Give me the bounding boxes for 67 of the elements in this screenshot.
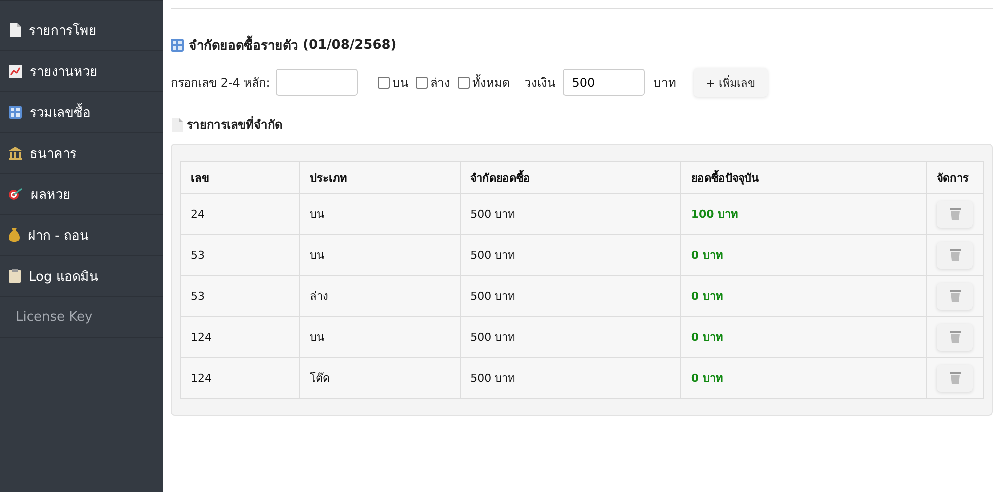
checkbox[interactable] bbox=[378, 76, 390, 88]
sidebar-item[interactable]: รายงานหวย bbox=[0, 51, 163, 92]
checkbox[interactable] bbox=[416, 76, 428, 88]
trash-icon bbox=[950, 372, 960, 384]
checkbox-label: ล่าง bbox=[430, 75, 450, 92]
sidebar-item[interactable]: รายการโพย bbox=[0, 10, 163, 51]
table-cell: 500 บาท bbox=[460, 234, 681, 276]
column-header: ประเภท bbox=[299, 162, 460, 194]
table-cell: บน bbox=[299, 194, 460, 234]
trash-icon bbox=[950, 249, 960, 261]
amount-label: วงเงิน bbox=[524, 75, 556, 92]
target-icon bbox=[9, 188, 23, 200]
table-cell: ล่าง bbox=[299, 276, 460, 316]
amount-field[interactable]: 500 bbox=[563, 69, 646, 96]
checkbox-label: ทั้งหมด bbox=[472, 73, 510, 92]
table-cell: 500 บาท bbox=[460, 194, 681, 234]
number-label: กรอกเลข 2-4 หลัก: bbox=[171, 75, 270, 92]
column-header: ยอดซื้อปัจจุบัน bbox=[680, 162, 926, 194]
bank-icon bbox=[9, 146, 22, 160]
delete-button[interactable] bbox=[937, 364, 973, 392]
table-cell: 500 บาท bbox=[460, 358, 681, 398]
sidebar-item[interactable]: Log แอดมิน bbox=[0, 256, 163, 297]
trash-icon bbox=[950, 331, 960, 343]
sidebar-item[interactable]: ฝาก - ถอน bbox=[0, 215, 163, 256]
chart-icon bbox=[9, 64, 22, 78]
table-cell: 0 บาท bbox=[680, 358, 926, 398]
table-cell: 0 บาท bbox=[680, 316, 926, 358]
trash-icon bbox=[950, 208, 960, 220]
table-cell: 500 บาท bbox=[460, 316, 681, 358]
money-bag-icon bbox=[9, 228, 20, 242]
add-number-button[interactable]: + เพิ่มเลข bbox=[694, 68, 768, 97]
column-header: จัดการ bbox=[926, 162, 984, 194]
table-cell: 24 bbox=[180, 194, 300, 234]
sidebar-item[interactable]: ธนาคาร bbox=[0, 133, 163, 174]
sidebar-item[interactable]: License Key bbox=[0, 297, 163, 338]
table-cell: 53 bbox=[180, 276, 300, 316]
keypad-icon bbox=[9, 106, 22, 118]
sidebar-item[interactable]: ผลหวย bbox=[0, 174, 163, 215]
clipboard-icon bbox=[9, 269, 21, 283]
date-text: (01/08/2568) bbox=[303, 38, 397, 53]
column-header: เลข bbox=[180, 162, 300, 194]
keypad-icon bbox=[171, 39, 184, 52]
delete-button[interactable] bbox=[937, 200, 973, 228]
table-cell: 0 บาท bbox=[680, 234, 926, 276]
unit-label: บาท bbox=[653, 75, 676, 92]
trash-icon bbox=[950, 290, 960, 302]
table-cell: 124 bbox=[180, 358, 300, 398]
delete-button[interactable] bbox=[937, 282, 973, 310]
table-cell: 53 bbox=[180, 234, 300, 276]
checkbox-label: บน bbox=[392, 75, 408, 92]
table-cell: 124 bbox=[180, 316, 300, 358]
page-title: จำกัดยอดซื้อรายตัว bbox=[189, 35, 298, 56]
sidebar-item[interactable]: รวมเลขซื้อ bbox=[0, 92, 163, 133]
table-cell: 0 บาท bbox=[680, 276, 926, 316]
delete-button[interactable] bbox=[937, 242, 973, 268]
document-icon bbox=[9, 23, 21, 37]
section-title: รายการเลขที่จำกัด bbox=[187, 115, 283, 134]
checkbox[interactable] bbox=[458, 76, 470, 88]
column-header: จำกัดยอดซื้อ bbox=[460, 162, 681, 194]
table-cell: บน bbox=[299, 234, 460, 276]
document-icon bbox=[171, 118, 183, 132]
table-cell: 500 บาท bbox=[460, 276, 681, 316]
table-cell: โต๊ด bbox=[299, 358, 460, 398]
table-cell: บน bbox=[299, 316, 460, 358]
table-cell: 100 บาท bbox=[680, 194, 926, 234]
delete-button[interactable] bbox=[937, 324, 973, 350]
number-field[interactable] bbox=[276, 69, 358, 96]
